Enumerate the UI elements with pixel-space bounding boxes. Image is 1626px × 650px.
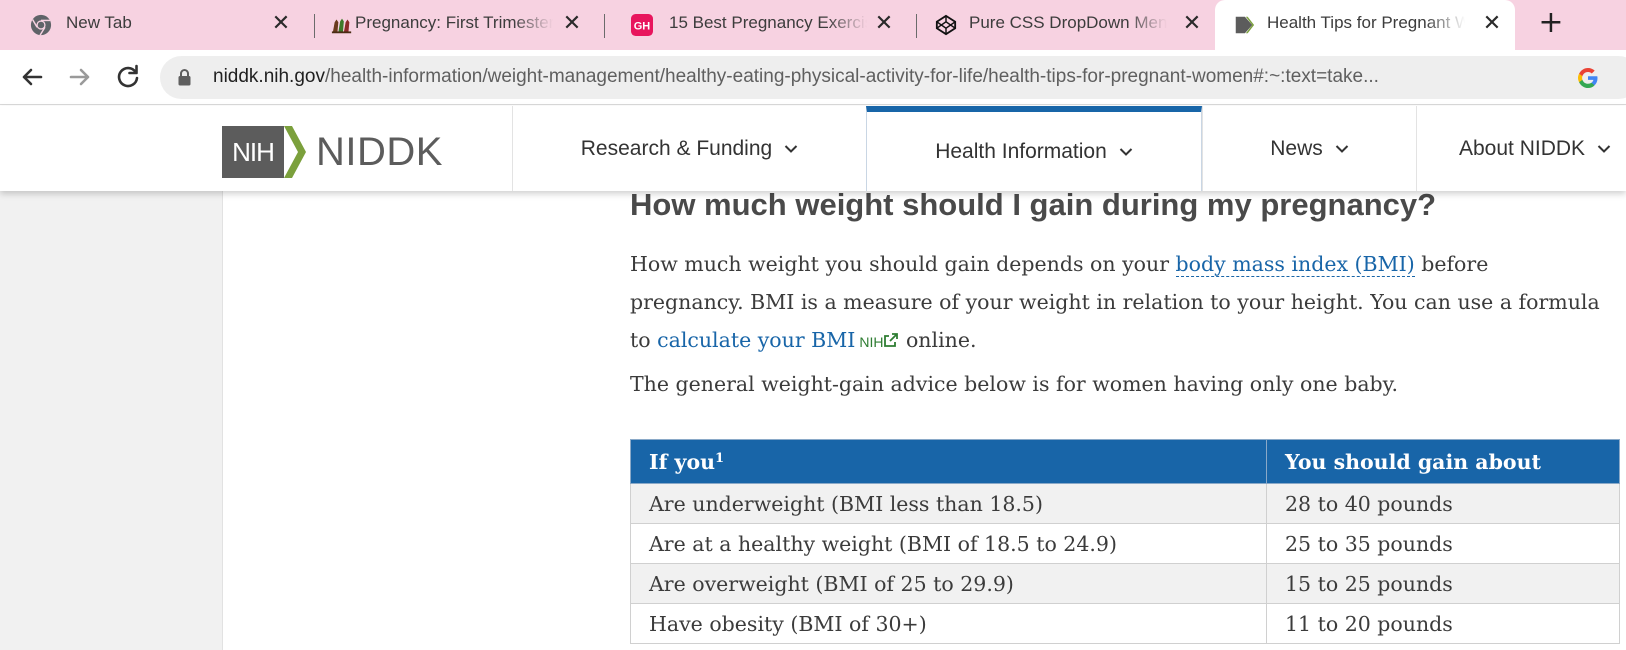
bmi-glossary-link[interactable]: body mass index (BMI) (1175, 252, 1415, 277)
chrome-icon (30, 14, 52, 36)
new-tab-button[interactable]: + (1535, 8, 1567, 40)
niddk-logo[interactable]: NIH NIDDK (222, 126, 443, 178)
close-tab-icon[interactable]: ✕ (873, 12, 895, 36)
table-cell: 25 to 35 pounds (1266, 523, 1620, 564)
tab-css-dropdown-menu[interactable]: Pure CSS DropDown Menu ✕ (905, 0, 1205, 50)
left-sidebar-area (0, 191, 223, 650)
tab-title: Pure CSS DropDown Menu (969, 13, 1167, 32)
table-header-row: If you1 You should gain about (630, 439, 1620, 484)
codepen-icon (935, 14, 957, 36)
niddk-flag-icon (1235, 16, 1255, 34)
tab-title: 15 Best Pregnancy Exercises (669, 13, 867, 32)
weight-gain-intro: The general weight-gain advice below is … (630, 372, 1399, 396)
tab-title: Pregnancy: First Trimester (355, 13, 553, 32)
nih-tag-label: NIH (859, 334, 884, 350)
tab-title: Health Tips for Pregnant Women (1267, 13, 1465, 32)
google-icon[interactable] (1576, 66, 1600, 90)
close-tab-icon[interactable]: ✕ (1181, 12, 1203, 36)
weight-gain-table: If you1 You should gain about Are underw… (630, 439, 1620, 644)
nav-about-niddk[interactable]: About NIDDK (1416, 106, 1626, 191)
nih-external-tag[interactable]: NIH (859, 333, 899, 350)
paragraph-text: How much weight you should gain depends … (630, 252, 1176, 276)
close-tab-icon[interactable]: ✕ (561, 12, 583, 36)
table-cell: Are at a healthy weight (BMI of 18.5 to … (630, 523, 1267, 564)
table-row: Are underweight (BMI less than 18.5) 28 … (630, 483, 1620, 524)
tab-title: New Tab (66, 13, 132, 32)
table-cell: Have obesity (BMI of 30+) (630, 603, 1267, 644)
back-arrow-icon[interactable] (15, 60, 49, 94)
logo-nih: NIH (222, 126, 284, 178)
paragraph-text: online. (899, 328, 977, 352)
svg-text:GH: GH (634, 21, 651, 33)
footnote-marker[interactable]: 1 (715, 451, 724, 466)
column-header: If you1 (630, 439, 1267, 484)
close-tab-icon[interactable]: ✕ (1481, 12, 1503, 36)
chevron-down-icon (1335, 144, 1348, 153)
nav-research-funding[interactable]: Research & Funding (512, 106, 866, 191)
forward-arrow-icon[interactable] (63, 60, 97, 94)
table-cell: 11 to 20 pounds (1266, 603, 1620, 644)
table-cell: Are underweight (BMI less than 18.5) (630, 483, 1267, 524)
close-tab-icon[interactable]: ✕ (270, 12, 292, 36)
bmi-paragraph: How much weight you should gain depends … (630, 245, 1600, 361)
reload-icon[interactable] (111, 60, 145, 94)
nav-health-information[interactable]: Health Information (866, 106, 1202, 191)
nav-label: Research & Funding (580, 136, 773, 160)
column-header: You should gain about (1266, 439, 1620, 484)
tab-health-tips-pregnant-women[interactable]: Health Tips for Pregnant Women ✕ (1215, 0, 1515, 50)
table-cell: 15 to 25 pounds (1266, 563, 1620, 604)
chevron-down-icon (1119, 147, 1133, 156)
table-row: Are at a healthy weight (BMI of 18.5 to … (630, 523, 1620, 564)
url-host: niddk.nih.gov (213, 66, 325, 87)
browser-toolbar: niddk.nih.gov/health-information/weight-… (0, 50, 1626, 105)
url-path: /health-information/weight-management/he… (324, 66, 1379, 87)
tab-new-tab[interactable]: New Tab ✕ (0, 0, 305, 50)
nav-label: About NIDDK (1459, 136, 1586, 160)
table-row: Have obesity (BMI of 30+) 11 to 20 pound… (630, 603, 1620, 644)
horses-icon (331, 18, 352, 34)
calculate-bmi-link[interactable]: calculate your BMI (657, 328, 855, 352)
chevron-down-icon (785, 144, 798, 153)
chevron-down-icon (1597, 144, 1611, 153)
gh-icon: GH (631, 14, 653, 36)
address-bar[interactable]: niddk.nih.gov/health-information/weight-… (160, 56, 1626, 99)
url-text[interactable]: niddk.nih.gov/health-information/weight-… (213, 66, 1379, 88)
table-cell: Are overweight (BMI of 25 to 29.9) (630, 563, 1267, 604)
site-header: NIH NIDDK Research & Funding Health Info… (0, 106, 1626, 191)
nav-news[interactable]: News (1202, 106, 1416, 191)
header-label: If you (649, 449, 716, 474)
tab-strip: New Tab ✕ Pregnancy: First Trimester ✕ G… (0, 0, 1626, 50)
nav-label: Health Information (935, 139, 1107, 163)
section-heading: How much weight should I gain during my … (630, 187, 1437, 222)
lock-icon[interactable] (178, 69, 191, 86)
tab-pregnancy-first-trimester[interactable]: Pregnancy: First Trimester ✕ (305, 0, 605, 50)
tab-pregnancy-exercises[interactable]: GH 15 Best Pregnancy Exercises ✕ (605, 0, 905, 50)
table-cell: 28 to 40 pounds (1266, 483, 1620, 524)
table-row: Are overweight (BMI of 25 to 29.9) 15 to… (630, 563, 1620, 604)
external-link-icon (884, 333, 899, 347)
logo-chevron-icon (284, 126, 306, 178)
logo-niddk: NIDDK (316, 129, 443, 174)
nav-label: News (1270, 136, 1323, 160)
